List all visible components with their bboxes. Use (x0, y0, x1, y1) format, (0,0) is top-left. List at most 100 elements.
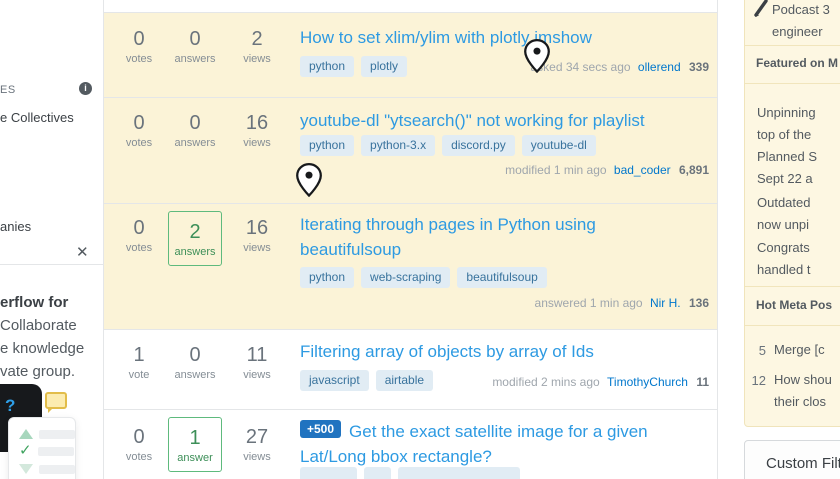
user-link[interactable]: TimothyChurch (607, 375, 688, 389)
answer-count: 2 (169, 220, 221, 245)
votes-stat: 0 votes (112, 27, 166, 65)
text-placeholder-bar (39, 430, 75, 439)
answer-count: 1 (169, 426, 221, 451)
module-divider (745, 325, 840, 326)
question-title[interactable]: Filtering array of objects by array of I… (300, 342, 594, 361)
card-row: ✓ (19, 445, 74, 457)
meta-item[interactable]: Congrats handled t (757, 237, 811, 281)
teams-ad-text: vate group. (0, 360, 75, 383)
sidebar-item-explore-collectives[interactable]: e Collectives (0, 110, 74, 125)
answers-label: answers (169, 246, 221, 258)
tag[interactable] (300, 467, 357, 479)
votes-label: votes (112, 53, 166, 65)
meta-item[interactable]: Planned S Sept 22 a (757, 146, 817, 190)
tag[interactable]: youtube-dl (522, 135, 596, 156)
collectives-header-fragment: ES (0, 84, 16, 96)
close-icon[interactable]: ✕ (76, 243, 89, 261)
answers-label: answers (168, 137, 222, 149)
question-meta: modified 2 mins ago TimothyChurch 11 (492, 375, 709, 389)
views-stat: 2 views (230, 27, 284, 65)
tag[interactable]: plotly (361, 56, 407, 77)
stackoverflow-questions-page: ES i e Collectives anies ✕ erflow for Co… (0, 0, 840, 479)
question-row: 0 votes 1 answer 27 views +500Get the ex… (104, 410, 717, 479)
question-title[interactable]: Iterating through pages in Python using … (300, 215, 596, 259)
hot-post-score: 12 (748, 373, 766, 388)
meta-item-line: Congrats (757, 240, 810, 255)
hot-post-line: Merge [c (774, 342, 825, 357)
user-link[interactable]: Nir H. (650, 296, 681, 310)
question-title[interactable]: youtube-dl "ytsearch()" not working for … (300, 111, 645, 130)
hot-meta-post[interactable]: Merge [c (774, 339, 825, 361)
view-count: 16 (230, 216, 284, 241)
tag[interactable] (364, 467, 391, 479)
vote-count: 0 (112, 216, 166, 241)
tag-list: javascript airtable (300, 370, 433, 391)
view-count: 2 (230, 27, 284, 52)
question-row: 0 votes 0 answers 16 views youtube-dl "y… (104, 98, 717, 204)
answers-label: answers (168, 369, 222, 381)
location-pin-icon (295, 163, 323, 197)
meta-action: modified 2 mins ago (492, 375, 599, 389)
answers-stat-answered: 2 answers (168, 211, 222, 266)
tag[interactable]: python (300, 56, 354, 77)
meta-item-line: Outdated (757, 195, 811, 210)
views-stat: 16 views (230, 216, 284, 254)
meta-item[interactable]: Outdated now unpi (757, 192, 811, 236)
meta-item[interactable]: Unpinning top of the (757, 102, 816, 146)
hot-post-line: How shou (774, 372, 832, 387)
user-reputation: 11 (696, 375, 709, 389)
module-divider (745, 45, 840, 46)
featured-on-meta-header: Featured on M (756, 56, 838, 70)
view-count: 11 (230, 343, 284, 368)
user-link[interactable]: ollerend (638, 60, 681, 74)
tag[interactable]: python-3.x (361, 135, 435, 156)
main-column-right-border (717, 0, 718, 479)
card-row (19, 463, 75, 475)
module-divider (745, 83, 840, 84)
tag-list: python web-scraping beautifulsoup (300, 267, 547, 288)
teams-ad-title-fragment: erflow for (0, 291, 68, 314)
votes-label: votes (112, 242, 166, 254)
teams-ad-text: e knowledge (0, 337, 84, 360)
meta-item-line: handled t (757, 262, 811, 277)
question-row: 0 votes 0 answers 2 views How to set xli… (104, 13, 717, 98)
answers-label: answers (168, 53, 222, 65)
teams-ad-text: Collaborate (0, 314, 77, 337)
info-icon[interactable]: i (79, 82, 92, 95)
tag-list: python plotly (300, 56, 407, 77)
meta-item-podcast[interactable]: Podcast 3 engineer (772, 0, 830, 43)
user-link[interactable]: bad_coder (614, 163, 671, 177)
tag[interactable] (398, 467, 520, 479)
views-stat: 16 views (230, 111, 284, 149)
custom-filters-module[interactable]: Custom Filte (744, 440, 840, 479)
tag[interactable]: beautifulsoup (457, 267, 546, 288)
text-placeholder-bar (39, 465, 75, 474)
question-title[interactable]: Get the exact satellite image for a give… (300, 422, 648, 466)
hot-post-line: their clos (774, 394, 826, 409)
meta-action: modified 1 min ago (505, 163, 606, 177)
tag[interactable]: python (300, 267, 354, 288)
tag[interactable]: web-scraping (361, 267, 450, 288)
bounty-badge: +500 (300, 420, 341, 438)
answer-count: 0 (168, 27, 222, 52)
tag[interactable]: discord.py (442, 135, 515, 156)
question-row: 1 vote 0 answers 11 views Filtering arra… (104, 330, 717, 410)
hot-meta-post[interactable]: How shou their clos (774, 369, 832, 413)
tag[interactable]: python (300, 135, 354, 156)
sidebar-item-companies[interactable]: anies (0, 219, 31, 234)
answers-stat: 0 answers (168, 111, 222, 149)
meta-item-line: engineer (772, 24, 823, 39)
tag[interactable]: javascript (300, 370, 369, 391)
meta-item-line: Podcast 3 (772, 2, 830, 17)
tag[interactable]: airtable (376, 370, 433, 391)
user-reputation: 6,891 (679, 163, 709, 177)
views-stat: 11 views (230, 343, 284, 381)
question-meta: answered 1 min ago Nir H. 136 (535, 296, 709, 310)
answer-count: 0 (168, 343, 222, 368)
vote-count: 1 (112, 343, 166, 368)
views-label: views (230, 53, 284, 65)
vote-count: 0 (112, 425, 166, 450)
question-mark-icon: ? (5, 396, 15, 416)
downvote-icon (19, 464, 33, 474)
sidebar-divider (0, 264, 103, 265)
